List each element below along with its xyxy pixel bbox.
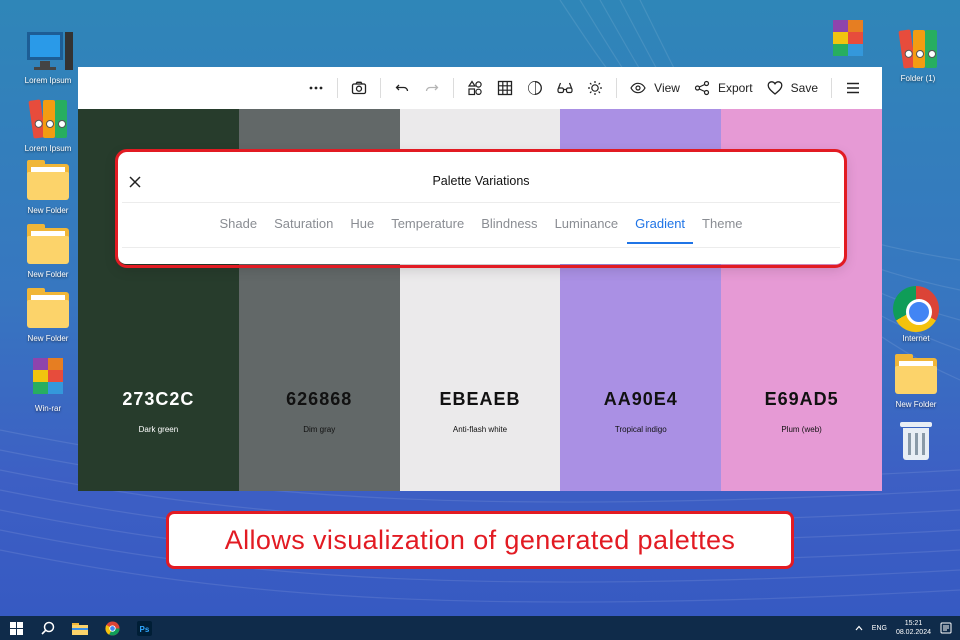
folder-icon xyxy=(25,286,71,332)
desktop-icon-winrar[interactable]: Win-rar xyxy=(16,356,80,414)
svg-text:Ps: Ps xyxy=(139,625,149,634)
desktop-icon-new-folder-1[interactable]: New Folder xyxy=(16,158,80,216)
grid-button[interactable] xyxy=(490,74,520,102)
desktop-icon-recycle-bin[interactable] xyxy=(884,418,948,466)
desktop-icon-label: New Folder xyxy=(27,334,69,343)
caption-banner: Allows visualization of generated palett… xyxy=(166,511,794,569)
chevron-up-icon[interactable] xyxy=(855,624,863,632)
color-blindness-button[interactable] xyxy=(550,74,580,102)
swatch-name: Dark green xyxy=(138,425,179,434)
search-button[interactable] xyxy=(32,616,64,640)
winrar-icon xyxy=(825,18,871,64)
clock-date: 08.02.2024 xyxy=(895,629,931,636)
brightness-icon xyxy=(588,81,603,95)
heart-icon xyxy=(767,81,783,95)
toolbar-divider xyxy=(453,78,455,98)
swatch-name: Anti-flash white xyxy=(452,425,508,434)
desktop-icon-label: Folder (1) xyxy=(900,74,936,83)
binders-icon xyxy=(895,26,941,72)
taskbar-file-explorer[interactable] xyxy=(64,616,96,640)
swatch-name: Tropical indigo xyxy=(614,425,667,434)
folder-icon xyxy=(25,158,71,204)
toolbar-divider xyxy=(831,78,832,98)
desktop-icon-label: Lorem Ipsum xyxy=(24,76,72,85)
desktop-icon-computer[interactable]: Lorem Ipsum xyxy=(16,28,80,86)
desktop-icon-new-folder-3[interactable]: New Folder xyxy=(16,286,80,344)
language-indicator[interactable]: ENG xyxy=(872,625,887,632)
hamburger-icon xyxy=(847,82,859,94)
redo-icon xyxy=(426,84,439,92)
menu-button[interactable] xyxy=(838,74,868,102)
chrome-icon xyxy=(104,620,120,636)
desktop-icon-new-folder-2[interactable]: New Folder xyxy=(16,222,80,280)
swatch-name: Dim gray xyxy=(303,425,336,434)
more-dots-icon xyxy=(309,86,323,90)
glasses-icon xyxy=(557,82,573,94)
redo-button[interactable] xyxy=(417,74,447,102)
shapes-icon xyxy=(468,80,482,96)
grid-icon xyxy=(498,80,513,96)
recycle-bin-icon xyxy=(893,418,939,464)
palette-app-window: View Export Save 273C2C Dark green 62686… xyxy=(78,67,882,491)
shapes-button[interactable] xyxy=(460,74,490,102)
winrar-icon xyxy=(25,356,71,402)
swatch-hex[interactable]: 273C2C xyxy=(78,389,239,410)
clock-time: 15:21 xyxy=(904,620,923,627)
export-label: Export xyxy=(717,81,753,95)
start-button[interactable] xyxy=(0,616,32,640)
more-button[interactable] xyxy=(301,74,331,102)
swatch-hex[interactable]: E69AD5 xyxy=(721,389,882,410)
desktop-icon-label: New Folder xyxy=(27,270,69,279)
contrast-icon xyxy=(528,81,543,95)
save-label: Save xyxy=(790,81,818,95)
photoshop-icon: Ps xyxy=(136,620,152,636)
toolbar-divider xyxy=(337,78,339,98)
export-button[interactable]: Export xyxy=(687,74,760,102)
screenshot-button[interactable] xyxy=(344,74,374,102)
toolbar-divider xyxy=(616,78,618,98)
clock[interactable]: 15:21 08.02.2024 xyxy=(896,619,931,637)
view-button[interactable]: View xyxy=(623,74,687,102)
folder-icon xyxy=(72,622,88,635)
undo-icon xyxy=(395,84,409,92)
view-label: View xyxy=(654,81,680,95)
desktop-icon-winrar-right[interactable] xyxy=(816,18,880,66)
windows-icon xyxy=(9,621,23,635)
desktop-icon-folder-1[interactable]: Folder (1) xyxy=(886,26,950,84)
search-icon xyxy=(41,621,55,635)
folder-icon xyxy=(25,222,71,268)
folder-icon xyxy=(893,352,939,398)
swatch-hex[interactable]: AA90E4 xyxy=(560,389,721,410)
contrast-button[interactable] xyxy=(520,74,550,102)
save-button[interactable]: Save xyxy=(760,74,825,102)
undo-button[interactable] xyxy=(387,74,417,102)
brightness-button[interactable] xyxy=(580,74,610,102)
desktop-icon-label: Win-rar xyxy=(34,404,62,413)
desktop-icon-label: New Folder xyxy=(27,206,69,215)
eye-icon xyxy=(630,82,646,94)
chrome-icon xyxy=(893,286,939,332)
taskbar-chrome[interactable] xyxy=(96,616,128,640)
desktop-icon-binders[interactable]: Lorem Ipsum xyxy=(16,96,80,154)
system-tray: ENG 15:21 08.02.2024 xyxy=(855,616,952,640)
desktop-icon-internet[interactable]: Internet xyxy=(884,286,948,344)
desktop-icon-label: Lorem Ipsum xyxy=(24,144,72,153)
desktop-icon-new-folder-right[interactable]: New Folder xyxy=(884,352,948,410)
toolbar-divider xyxy=(380,78,382,98)
toolbar: View Export Save xyxy=(78,67,882,109)
taskbar: Ps ENG 15:21 08.02.2024 xyxy=(0,616,960,640)
binders-icon xyxy=(25,96,71,142)
desktop-icon-label: Internet xyxy=(902,334,930,343)
highlight-frame xyxy=(115,149,847,268)
swatch-hex[interactable]: 626868 xyxy=(239,389,400,410)
desktop-icon-label: New Folder xyxy=(895,400,937,409)
notification-icon[interactable] xyxy=(940,622,952,634)
camera-icon xyxy=(352,81,367,95)
share-icon xyxy=(694,80,710,96)
swatch-name: Plum (web) xyxy=(781,425,822,434)
taskbar-photoshop[interactable]: Ps xyxy=(128,616,160,640)
computer-icon xyxy=(25,28,73,74)
swatch-hex[interactable]: EBEAEB xyxy=(400,389,561,410)
